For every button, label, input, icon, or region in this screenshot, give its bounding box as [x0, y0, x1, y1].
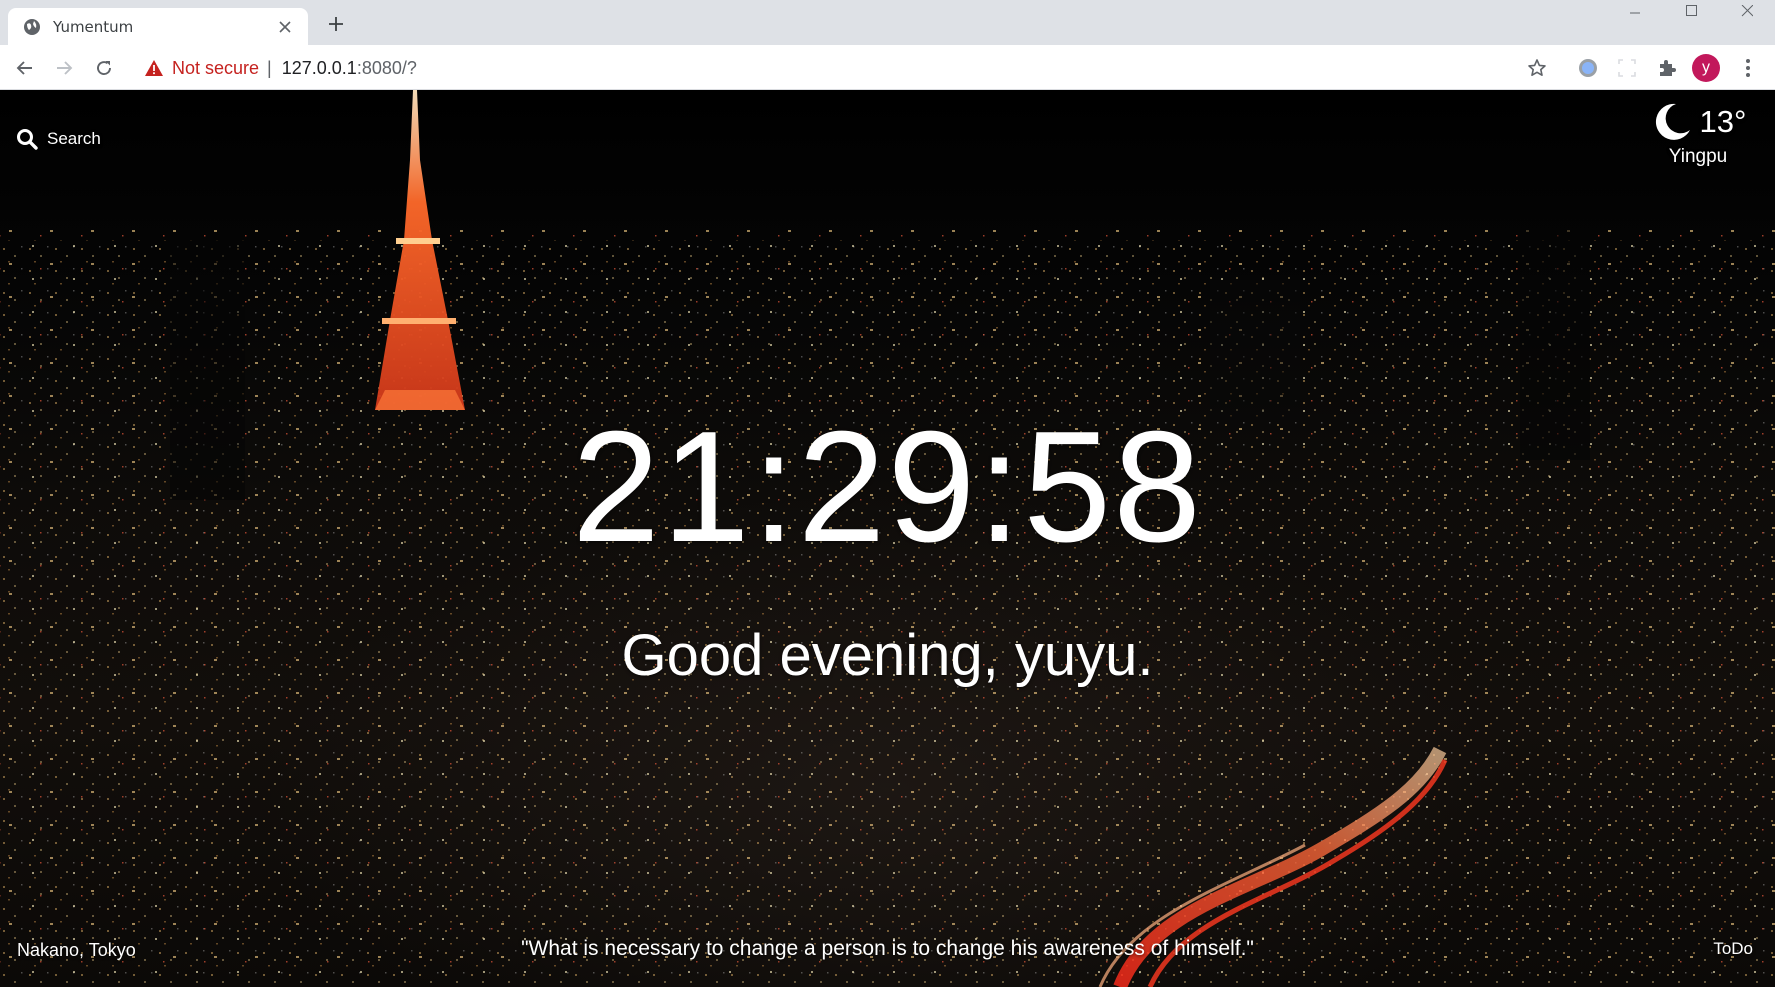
- weather-temperature: 13°: [1699, 104, 1747, 139]
- close-tab-icon[interactable]: [276, 18, 294, 36]
- reload-button[interactable]: [89, 53, 119, 83]
- arrow-left-icon: [16, 61, 32, 75]
- globe-icon: [23, 18, 41, 36]
- window-controls: [1607, 0, 1775, 22]
- arrow-right-icon: [57, 61, 73, 75]
- weather-widget[interactable]: 13° Yingpu: [1643, 100, 1753, 168]
- search-icon: [16, 128, 38, 150]
- puzzle-icon: [1660, 60, 1676, 76]
- extension-button-2[interactable]: [1612, 53, 1642, 83]
- quote: "What is necessary to change a person is…: [521, 937, 1254, 960]
- close-window-button[interactable]: [1719, 0, 1775, 22]
- forward-button[interactable]: [49, 53, 79, 83]
- address-bar[interactable]: Not secure | 127.0.0.1:8080/?: [136, 51, 1506, 85]
- extensions-button[interactable]: [1652, 53, 1682, 83]
- maximize-button[interactable]: [1663, 0, 1719, 22]
- menu-button[interactable]: [1733, 53, 1763, 83]
- close-icon: [1741, 5, 1753, 17]
- star-icon: [1528, 59, 1546, 76]
- weather-location: Yingpu: [1668, 146, 1728, 167]
- clock: 21:29:58: [571, 399, 1204, 575]
- url-host: 127.0.0.1: [281, 57, 357, 78]
- plus-icon: [329, 17, 343, 31]
- reload-icon: [97, 61, 111, 75]
- tab-title: Yumentum: [53, 17, 134, 36]
- new-tab-button[interactable]: [322, 10, 350, 38]
- profile-button[interactable]: y: [1691, 53, 1721, 83]
- minimize-button[interactable]: [1607, 0, 1663, 22]
- search-label: Search: [47, 129, 101, 148]
- greeting: Good evening, yuyu.: [621, 623, 1154, 688]
- screenshot-icon: [1618, 59, 1636, 77]
- warning-icon: [144, 58, 164, 78]
- security-separator: |: [267, 57, 272, 78]
- bookmark-button[interactable]: [1522, 53, 1552, 83]
- todo-button[interactable]: ToDo: [1713, 939, 1753, 959]
- browser-toolbar: Not secure | 127.0.0.1:8080/? y: [0, 45, 1775, 90]
- maximize-icon: [1686, 5, 1697, 16]
- new-tab-page: Search 13° Yingpu 21:29:58 Good evening,…: [0, 90, 1775, 987]
- browser-tab[interactable]: Yumentum: [8, 8, 308, 45]
- moon-icon: [1650, 100, 1694, 144]
- kebab-menu-icon: [1746, 59, 1750, 77]
- avatar: y: [1692, 54, 1720, 82]
- extension-button-1[interactable]: [1573, 53, 1603, 83]
- back-button[interactable]: [10, 53, 40, 83]
- search-widget[interactable]: Search: [16, 128, 101, 150]
- extension-circle-icon: [1579, 59, 1597, 77]
- security-status[interactable]: Not secure: [172, 58, 259, 79]
- url-path: :8080/?: [356, 57, 417, 78]
- tab-strip: Yumentum: [0, 0, 1775, 45]
- minimize-icon: [1630, 12, 1640, 14]
